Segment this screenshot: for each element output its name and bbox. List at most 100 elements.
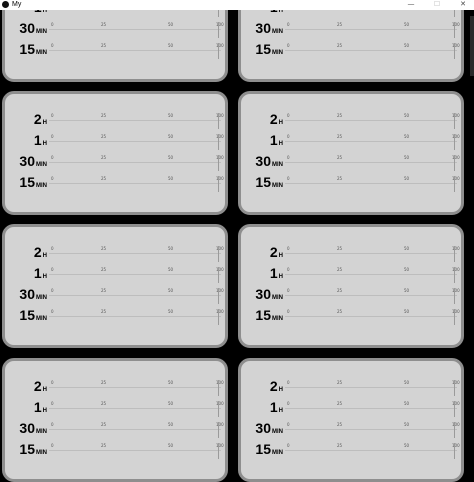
duration-label: 1H xyxy=(34,266,47,282)
slider-track[interactable] xyxy=(285,120,457,121)
slider-track[interactable] xyxy=(49,295,221,296)
slider-track[interactable] xyxy=(49,316,221,317)
duration-slider-row: 2H 0 25 50 100 xyxy=(241,241,467,262)
slider-track[interactable] xyxy=(49,50,221,51)
duration-value: 2 xyxy=(33,378,42,394)
slider-handle[interactable] xyxy=(454,380,455,396)
slider-handle[interactable] xyxy=(454,113,455,129)
slider-track[interactable] xyxy=(285,408,457,409)
slider-tick-label: 50 xyxy=(404,22,410,27)
slider-track[interactable] xyxy=(49,274,221,275)
slider-handle[interactable] xyxy=(454,176,455,192)
slider-track[interactable] xyxy=(49,141,221,142)
slider-track[interactable] xyxy=(49,408,221,409)
timer-panel: 2H025501001H0255010030MIN0255010015MIN02… xyxy=(2,91,228,215)
slider-handle[interactable] xyxy=(218,422,219,438)
duration-label: 15MIN xyxy=(19,42,47,58)
slider-handle[interactable] xyxy=(218,113,219,129)
slider-track[interactable] xyxy=(49,162,221,163)
duration-slider-row: 2H 0 25 50 100 xyxy=(5,375,231,396)
slider-track[interactable] xyxy=(285,183,457,184)
slider-handle[interactable] xyxy=(454,267,455,283)
duration-slider-row: 15MIN 0 25 50 100 xyxy=(5,171,231,192)
slider-handle[interactable] xyxy=(454,43,455,59)
duration-slider-row: 15MIN 0 25 50 100 xyxy=(5,304,231,325)
slider-handle[interactable] xyxy=(218,155,219,171)
slider-track[interactable] xyxy=(285,316,457,317)
duration-unit: MIN xyxy=(36,183,47,189)
app-icon xyxy=(2,1,9,8)
slider-tick-label: 0 xyxy=(51,401,54,406)
duration-unit: H xyxy=(278,141,283,147)
duration-slider-row: 30MIN 0 25 50 100 xyxy=(241,150,467,171)
slider-track[interactable] xyxy=(285,295,457,296)
slider-handle[interactable] xyxy=(218,288,219,304)
slider-track[interactable] xyxy=(285,29,457,30)
duration-slider-row: 15MIN 0 25 50 100 xyxy=(241,304,467,325)
maximize-button[interactable]: ☐ xyxy=(430,0,444,10)
slider-track[interactable] xyxy=(285,429,457,430)
vertical-scrollbar[interactable] xyxy=(470,10,474,458)
duration-slider-row: 1H02550100 xyxy=(241,129,467,150)
slider-handle[interactable] xyxy=(454,422,455,438)
slider-track[interactable] xyxy=(49,253,221,254)
duration-label: 30MIN xyxy=(255,154,283,170)
slider-handle[interactable] xyxy=(218,134,219,150)
slider-track[interactable] xyxy=(49,120,221,121)
slider-handle[interactable] xyxy=(218,43,219,59)
duration-label: 30MIN xyxy=(19,421,47,437)
slider-track[interactable] xyxy=(49,29,221,30)
slider-handle[interactable] xyxy=(218,309,219,325)
duration-value: 2 xyxy=(33,111,42,127)
slider-track[interactable] xyxy=(49,450,221,451)
slider-tick-label: 50 xyxy=(404,155,410,160)
close-button[interactable]: ✕ xyxy=(456,0,470,10)
duration-label: 2H xyxy=(270,245,283,261)
slider-handle[interactable] xyxy=(454,246,455,262)
slider-handle[interactable] xyxy=(454,309,455,325)
slider-handle[interactable] xyxy=(218,267,219,283)
slider-track[interactable] xyxy=(285,141,457,142)
slider-handle[interactable] xyxy=(218,443,219,459)
slider-track[interactable] xyxy=(285,387,457,388)
duration-slider-row: 30MIN 0 25 50 100 xyxy=(5,283,231,304)
slider-handle[interactable] xyxy=(454,134,455,150)
slider-track[interactable] xyxy=(285,274,457,275)
minimize-button[interactable]: — xyxy=(404,0,418,10)
slider-handle[interactable] xyxy=(218,380,219,396)
slider-tick-label: 0 xyxy=(287,401,290,406)
duration-slider-row: 15MIN 0 25 50 100 xyxy=(241,171,467,192)
duration-label: 15MIN xyxy=(255,308,283,324)
slider-handle[interactable] xyxy=(218,22,219,38)
slider-tick-label: 0 xyxy=(51,380,54,385)
duration-unit: MIN xyxy=(36,162,47,168)
slider-tick-label: 50 xyxy=(404,134,410,139)
slider-handle[interactable] xyxy=(218,246,219,262)
slider-handle[interactable] xyxy=(218,176,219,192)
duration-label: 15MIN xyxy=(255,42,283,58)
slider-track[interactable] xyxy=(285,50,457,51)
slider-tick-label: 0 xyxy=(287,155,290,160)
duration-value: 30 xyxy=(255,20,271,36)
slider-track[interactable] xyxy=(49,387,221,388)
duration-value: 1 xyxy=(33,265,42,281)
slider-handle[interactable] xyxy=(454,22,455,38)
slider-handle[interactable] xyxy=(454,288,455,304)
slider-tick-label: 50 xyxy=(168,134,174,139)
slider-handle[interactable] xyxy=(454,443,455,459)
duration-unit: H xyxy=(278,387,283,393)
slider-tick-label: 50 xyxy=(404,309,410,314)
slider-track[interactable] xyxy=(49,429,221,430)
scrollbar-thumb[interactable] xyxy=(470,16,474,76)
slider-handle[interactable] xyxy=(454,155,455,171)
slider-tick-label: 25 xyxy=(101,380,107,385)
slider-track[interactable] xyxy=(285,162,457,163)
timer-panel: 2H025501001H0255010030MIN0255010015MIN02… xyxy=(2,224,228,348)
duration-slider-row: 15MIN 0 25 50 100 xyxy=(5,438,231,459)
slider-track[interactable] xyxy=(285,253,457,254)
slider-track[interactable] xyxy=(285,450,457,451)
slider-handle[interactable] xyxy=(454,401,455,417)
slider-handle[interactable] xyxy=(218,401,219,417)
duration-slider-row: 1H02550100 xyxy=(5,262,231,283)
slider-track[interactable] xyxy=(49,183,221,184)
